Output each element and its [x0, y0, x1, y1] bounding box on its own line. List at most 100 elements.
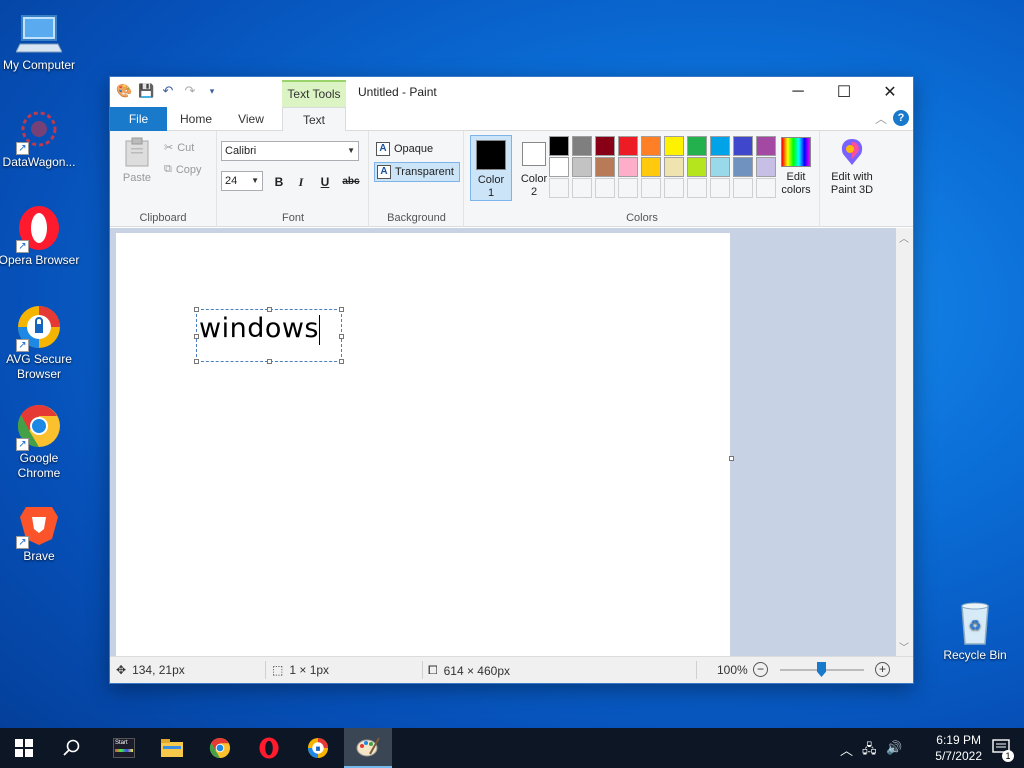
palette-color-swatch[interactable]: [595, 136, 615, 156]
font-size-select[interactable]: 24 ▼: [221, 171, 263, 191]
resize-handle[interactable]: [194, 334, 199, 339]
zoom-level: 100%: [717, 663, 748, 677]
palette-color-swatch[interactable]: [618, 136, 638, 156]
palette-color-swatch[interactable]: [664, 157, 684, 177]
resize-handle[interactable]: [194, 307, 199, 312]
custom-color-slot[interactable]: [595, 178, 615, 198]
desktop-icon-opera[interactable]: ↗ Opera Browser: [0, 205, 81, 268]
network-icon[interactable]: 🖧: [862, 740, 877, 762]
font-size-value: 24: [225, 175, 238, 187]
tab-file[interactable]: File: [110, 107, 167, 131]
taskbar-chrome[interactable]: [196, 728, 244, 768]
collapse-ribbon-icon[interactable]: ︿: [875, 110, 887, 127]
taskbar-start-app[interactable]: Start: [100, 728, 148, 768]
brave-icon: ↗: [16, 501, 62, 549]
drawing-canvas[interactable]: windows: [116, 233, 730, 656]
custom-color-slot[interactable]: [664, 178, 684, 198]
resize-handle[interactable]: [267, 359, 272, 364]
palette-color-swatch[interactable]: [733, 136, 753, 156]
palette-color-swatch[interactable]: [756, 157, 776, 177]
desktop-icon-recycle-bin[interactable]: ♻ Recycle Bin: [933, 600, 1017, 663]
show-hidden-icons[interactable]: ︿: [840, 740, 853, 759]
tab-view[interactable]: View: [225, 107, 277, 131]
edit-with-paint3d-button[interactable]: Edit with Paint 3D: [824, 135, 880, 197]
italic-button[interactable]: I: [292, 173, 310, 191]
scroll-down-icon[interactable]: ﹀: [899, 639, 909, 654]
transparent-label: Transparent: [395, 166, 454, 178]
edit-colors-button[interactable]: Edit colors: [776, 135, 816, 197]
resize-handle[interactable]: [339, 359, 344, 364]
palette-color-swatch[interactable]: [710, 157, 730, 177]
strikethrough-button[interactable]: abc: [340, 173, 362, 191]
paint-app-icon[interactable]: 🎨: [116, 83, 132, 99]
opera-icon: [259, 737, 279, 759]
save-icon[interactable]: 💾: [138, 83, 154, 99]
resize-handle[interactable]: [194, 359, 199, 364]
taskbar-file-explorer[interactable]: [148, 728, 196, 768]
desktop-icon-brave[interactable]: ↗ Brave: [0, 501, 81, 564]
font-family-select[interactable]: Calibri ▼: [221, 141, 359, 161]
resize-handle[interactable]: [339, 307, 344, 312]
underline-button[interactable]: U: [316, 173, 334, 191]
minimize-button[interactable]: ─: [775, 77, 821, 107]
close-button[interactable]: ✕: [867, 77, 913, 107]
palette-color-swatch[interactable]: [710, 136, 730, 156]
cut-button[interactable]: ✂ Cut: [164, 141, 194, 155]
palette-color-swatch[interactable]: [618, 157, 638, 177]
tab-home[interactable]: Home: [170, 107, 222, 131]
palette-color-swatch[interactable]: [572, 157, 592, 177]
scroll-up-icon[interactable]: ︿: [899, 230, 909, 245]
zoom-out-button[interactable]: −: [753, 662, 768, 677]
vertical-scrollbar[interactable]: ︿ ﹀: [896, 228, 913, 656]
desktop-icon-my-computer[interactable]: My Computer: [0, 10, 81, 73]
palette-color-swatch[interactable]: [549, 157, 569, 177]
action-center-button[interactable]: 1: [978, 728, 1024, 768]
search-button[interactable]: [48, 728, 96, 768]
customize-dropdown-icon[interactable]: ▾: [204, 83, 220, 99]
opaque-button[interactable]: A Opaque: [374, 139, 460, 159]
custom-color-slot[interactable]: [572, 178, 592, 198]
bold-button[interactable]: B: [270, 173, 288, 191]
start-button[interactable]: [0, 728, 48, 768]
palette-color-swatch[interactable]: [595, 157, 615, 177]
redo-icon[interactable]: ↷: [182, 83, 198, 99]
taskbar-avg-browser[interactable]: [294, 728, 342, 768]
palette-color-swatch[interactable]: [664, 136, 684, 156]
custom-color-slot[interactable]: [641, 178, 661, 198]
custom-color-slot[interactable]: [687, 178, 707, 198]
color1-button[interactable]: Color 1: [470, 135, 512, 201]
palette-color-swatch[interactable]: [641, 136, 661, 156]
resize-handle[interactable]: [267, 307, 272, 312]
palette-color-swatch[interactable]: [687, 136, 707, 156]
system-clock[interactable]: 6:19 PM 5/7/2022: [935, 732, 982, 764]
custom-color-slot[interactable]: [710, 178, 730, 198]
custom-color-slot[interactable]: [618, 178, 638, 198]
taskbar-opera[interactable]: [245, 728, 293, 768]
tab-text[interactable]: Text: [282, 107, 346, 132]
custom-color-slot[interactable]: [549, 178, 569, 198]
palette-color-swatch[interactable]: [641, 157, 661, 177]
palette-color-swatch[interactable]: [572, 136, 592, 156]
zoom-in-button[interactable]: +: [875, 662, 890, 677]
maximize-button[interactable]: ☐: [821, 77, 867, 107]
palette-color-swatch[interactable]: [733, 157, 753, 177]
palette-color-swatch[interactable]: [687, 157, 707, 177]
volume-icon[interactable]: 🔊: [886, 740, 902, 756]
copy-button[interactable]: ⧉ Copy: [164, 163, 202, 176]
zoom-slider-thumb[interactable]: [817, 662, 826, 677]
desktop-icon-datawagon[interactable]: ↗ DataWagon...: [0, 107, 81, 170]
desktop-icon-chrome[interactable]: ↗ Google Chrome: [0, 403, 81, 481]
transparent-button[interactable]: A Transparent: [374, 162, 460, 182]
help-icon[interactable]: ?: [893, 110, 909, 126]
canvas-resize-handle[interactable]: [729, 456, 734, 461]
palette-color-swatch[interactable]: [549, 136, 569, 156]
custom-color-slot[interactable]: [756, 178, 776, 198]
custom-color-slot[interactable]: [733, 178, 753, 198]
paste-button[interactable]: Paste: [122, 137, 152, 184]
desktop-icon-avg[interactable]: ↗ AVG Secure Browser: [0, 304, 81, 382]
taskbar-paint[interactable]: [344, 728, 392, 768]
undo-icon[interactable]: ↶: [160, 83, 176, 99]
palette-color-swatch[interactable]: [756, 136, 776, 156]
resize-handle[interactable]: [339, 334, 344, 339]
text-box[interactable]: windows: [194, 307, 344, 364]
